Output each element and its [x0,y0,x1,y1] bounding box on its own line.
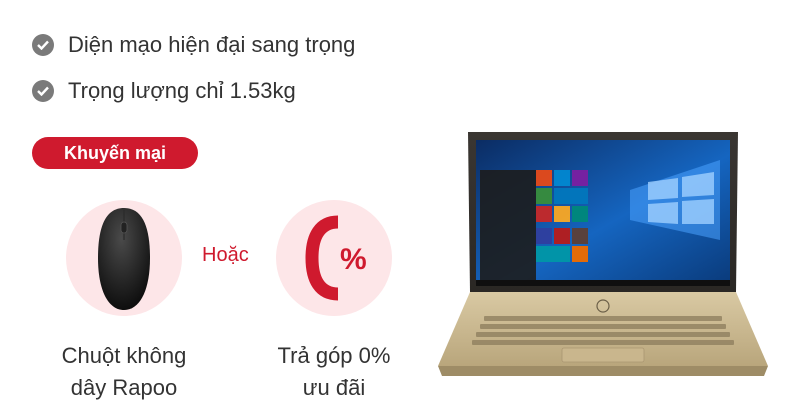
laptop-product-image [438,132,768,376]
feature-item: Diện mạo hiện đại sang trọng [32,32,355,58]
check-circle-icon [32,34,54,56]
gift-2-caption: Trả góp 0% ưu đãi [277,343,391,400]
mouse-icon [98,208,150,310]
promo-badge: Khuyến mại [32,137,198,169]
check-circle-icon [32,80,54,102]
mouse-gift-circle [66,200,182,316]
gift-1-caption: Chuột không dây Rapoo [61,343,187,400]
percent-sign: % [340,243,367,276]
feature-text: Trọng lượng chỉ 1.53kg [68,78,296,103]
feature-text: Diện mạo hiện đại sang trọng [68,32,356,57]
or-text: Hoặc [202,244,249,266]
feature-item: Trọng lượng chỉ 1.53kg [32,78,296,104]
zero-percent-icon [305,215,339,301]
